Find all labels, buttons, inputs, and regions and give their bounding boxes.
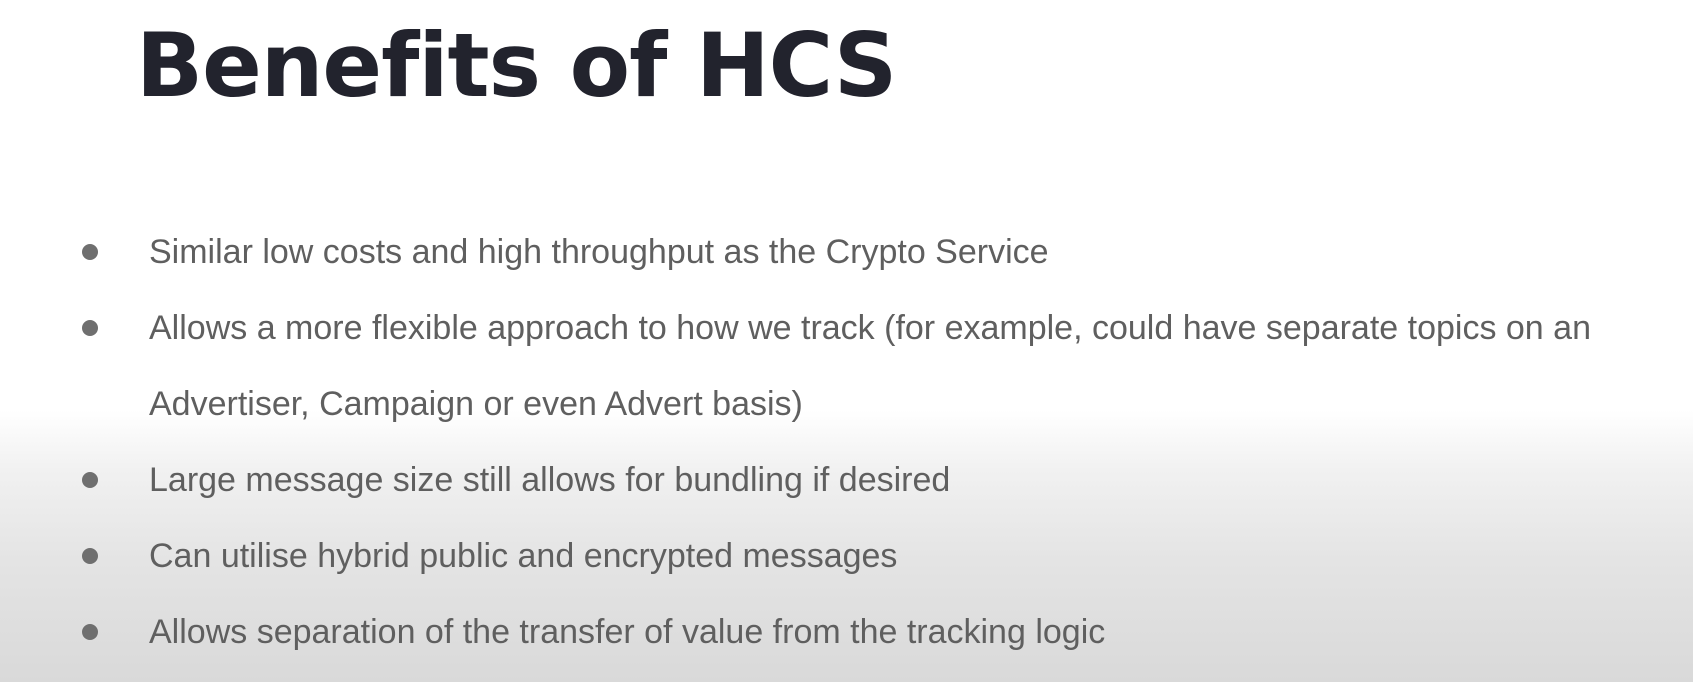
bullet-text: Allows separation of the transfer of val…: [149, 613, 1106, 651]
bullet-text: Allows a more flexible approach to how w…: [149, 309, 1591, 423]
bullet-text: Similar low costs and high throughput as…: [149, 233, 1049, 271]
bullet-dot-icon: [82, 320, 98, 336]
bullet-dot-icon: [82, 548, 98, 564]
presentation-slide: Benefits of HCS Similar low costs and hi…: [0, 0, 1693, 682]
bullet-text: Large message size still allows for bund…: [149, 461, 951, 499]
bullet-list: Similar low costs and high throughput as…: [0, 0, 1693, 682]
bullet-dot-icon: [82, 624, 98, 640]
bullet-dot-icon: [82, 472, 98, 488]
bullet-dot-icon: [82, 244, 98, 260]
bullet-text: Can utilise hybrid public and encrypted …: [149, 537, 898, 575]
